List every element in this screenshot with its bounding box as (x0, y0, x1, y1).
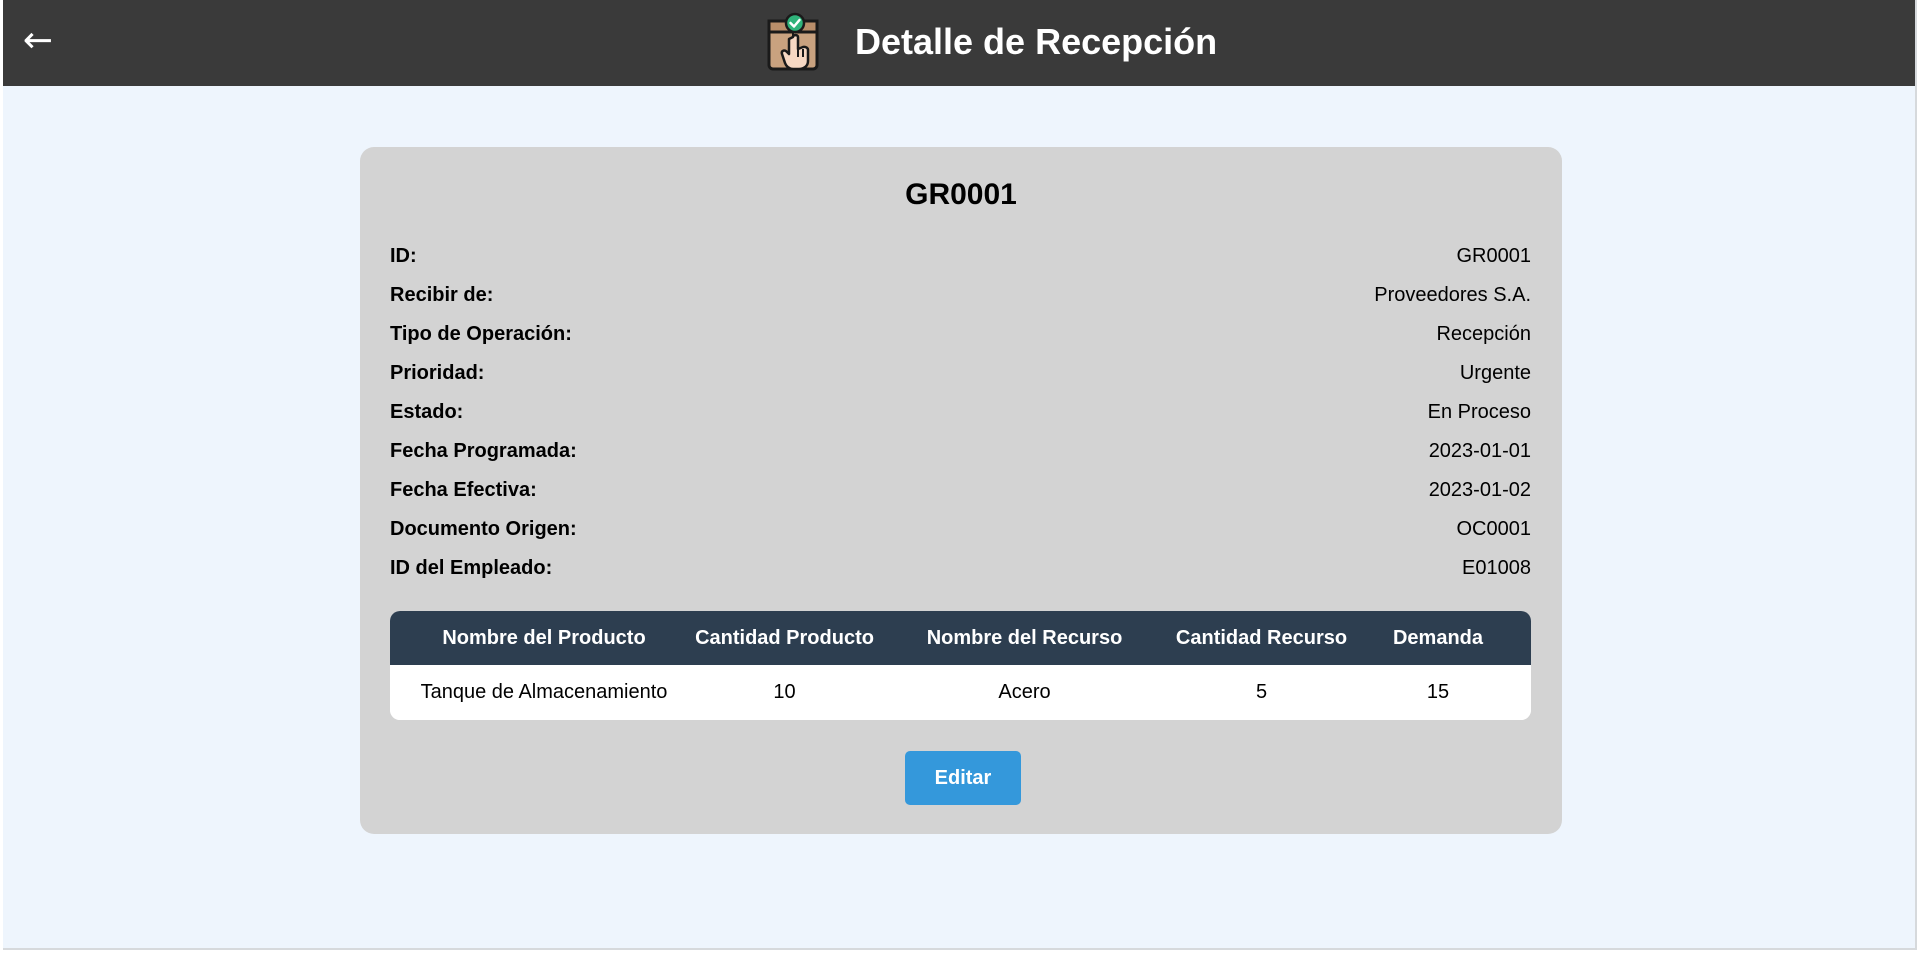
field-label: Prioridad: (390, 362, 485, 384)
field-value: GR0001 (1456, 245, 1532, 267)
field-row-id: ID: GR0001 (390, 241, 1531, 271)
card-title: GR0001 (905, 178, 1017, 211)
field-value: Urgente (1459, 362, 1531, 384)
field-label: Fecha Programada: (390, 440, 577, 462)
field-label: Fecha Efectiva: (390, 479, 537, 501)
edit-button[interactable]: Editar (905, 751, 1021, 805)
column-header: Nombre del Producto (442, 626, 646, 649)
field-row-fecha-efectiva: Fecha Efectiva: 2023-01-02 (390, 475, 1531, 505)
field-value: 2023-01-01 (1428, 440, 1531, 462)
column-header: Cantidad Recurso (1175, 626, 1348, 649)
field-label: Recibir de: (390, 284, 494, 306)
field-value: En Proceso (1427, 401, 1531, 423)
field-label: Tipo de Operación: (390, 323, 572, 345)
table-cell: 10 (773, 681, 796, 703)
column-header: Cantidad Producto (695, 626, 874, 649)
table-row: Tanque de Almacenamiento 10 Acero 5 15 (390, 665, 1531, 720)
table-cell: 15 (1426, 681, 1450, 703)
field-label: Documento Origen: (390, 518, 577, 540)
field-row-prioridad: Prioridad: Urgente (390, 358, 1531, 388)
field-value: OC0001 (1456, 518, 1532, 540)
table-cell: Tanque de Almacenamiento (420, 681, 668, 703)
field-value: 2023-01-02 (1428, 479, 1531, 501)
field-row-estado: Estado: En Proceso (390, 397, 1531, 427)
column-header: Nombre del Recurso (926, 626, 1123, 649)
field-row-documento-origen: Documento Origen: OC0001 (390, 514, 1531, 544)
field-label: ID del Empleado: (390, 557, 553, 579)
app-frame: ← Detalle de Recepción GR0001 ID: GR0001… (3, 0, 1917, 950)
package-check-hand-icon (767, 12, 819, 71)
app-header: ← Detalle de Recepción (3, 0, 1915, 86)
field-value: E01008 (1462, 557, 1531, 579)
reception-detail-card: GR0001 ID: GR0001 Recibir de: Proveedore… (360, 147, 1562, 834)
table-cell: 5 (1255, 681, 1268, 703)
field-row-fecha-programada: Fecha Programada: 2023-01-01 (390, 436, 1531, 466)
field-row-id-empleado: ID del Empleado: E01008 (390, 553, 1531, 583)
back-button[interactable]: ← (15, 18, 61, 64)
field-label: Estado: (390, 401, 464, 423)
field-label: ID: (390, 245, 417, 267)
column-header: Demanda (1392, 626, 1484, 649)
field-value: Proveedores S.A. (1374, 284, 1531, 306)
products-table: Nombre del Producto Cantidad Producto No… (390, 611, 1531, 720)
field-row-tipo-operacion: Tipo de Operación: Recepción (390, 319, 1531, 349)
page-title: Detalle de Recepción (855, 21, 1218, 62)
table-header-row: Nombre del Producto Cantidad Producto No… (390, 611, 1531, 665)
field-row-recibir-de: Recibir de: Proveedores S.A. (390, 280, 1531, 310)
field-value: Recepción (1436, 323, 1531, 345)
table-cell: Acero (998, 681, 1051, 703)
arrow-left-icon: ← (22, 20, 54, 61)
